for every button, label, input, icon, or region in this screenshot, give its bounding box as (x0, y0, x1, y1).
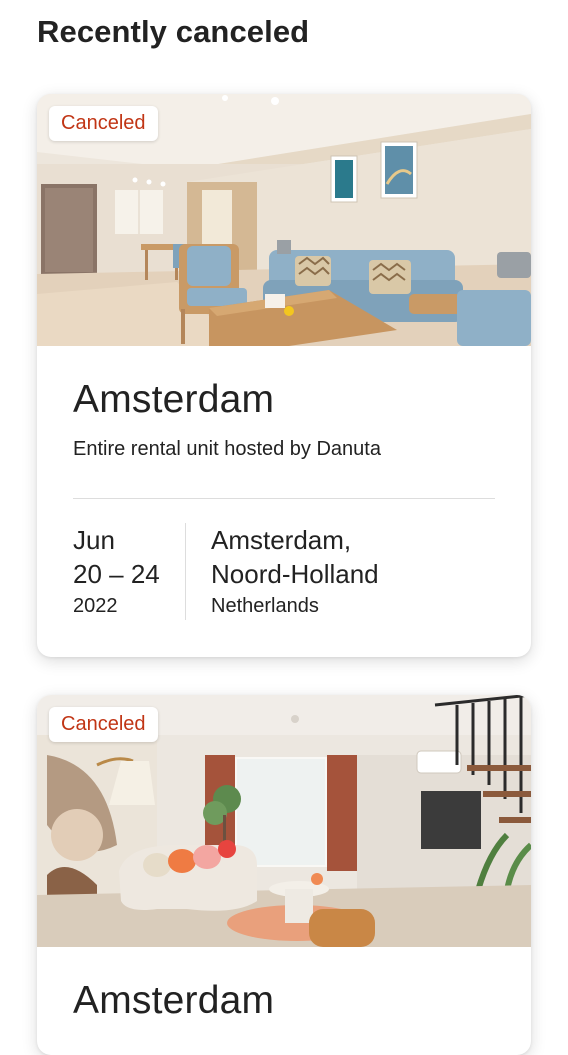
trip-year: 2022 (73, 594, 118, 617)
trip-details: Jun 20 – 24 2022 Amsterdam, Noord-Hollan… (73, 522, 495, 621)
location-country: Netherlands (211, 594, 319, 617)
trip-location: Amsterdam, Noord-Holland Netherlands (186, 523, 379, 621)
trip-card-body: Amsterdam Entire rental unit hosted by D… (37, 346, 531, 621)
trip-city: Amsterdam (73, 378, 275, 421)
trip-city: Amsterdam (73, 979, 275, 1022)
listing-photo[interactable]: Canceled (37, 695, 531, 947)
trip-subtitle: Entire rental unit hosted by Danuta (73, 437, 381, 460)
location-city: Amsterdam, (211, 524, 352, 555)
trip-month: Jun (73, 524, 115, 555)
listing-photo[interactable]: Canceled (37, 94, 531, 346)
location-region: Noord-Holland (211, 558, 379, 589)
section-title: Recently canceled (37, 14, 310, 49)
trip-card[interactable]: Canceled Amsterdam Entire rental unit ho… (37, 94, 531, 657)
status-badge: Canceled (49, 106, 158, 141)
trip-dates: Jun 20 – 24 2022 (73, 522, 186, 620)
trip-card-body: Amsterdam (37, 947, 531, 1024)
divider (73, 497, 495, 499)
trip-card[interactable]: Canceled Amsterdam (37, 695, 531, 1055)
trip-days: 20 – 24 (73, 558, 160, 589)
status-badge: Canceled (49, 707, 158, 742)
